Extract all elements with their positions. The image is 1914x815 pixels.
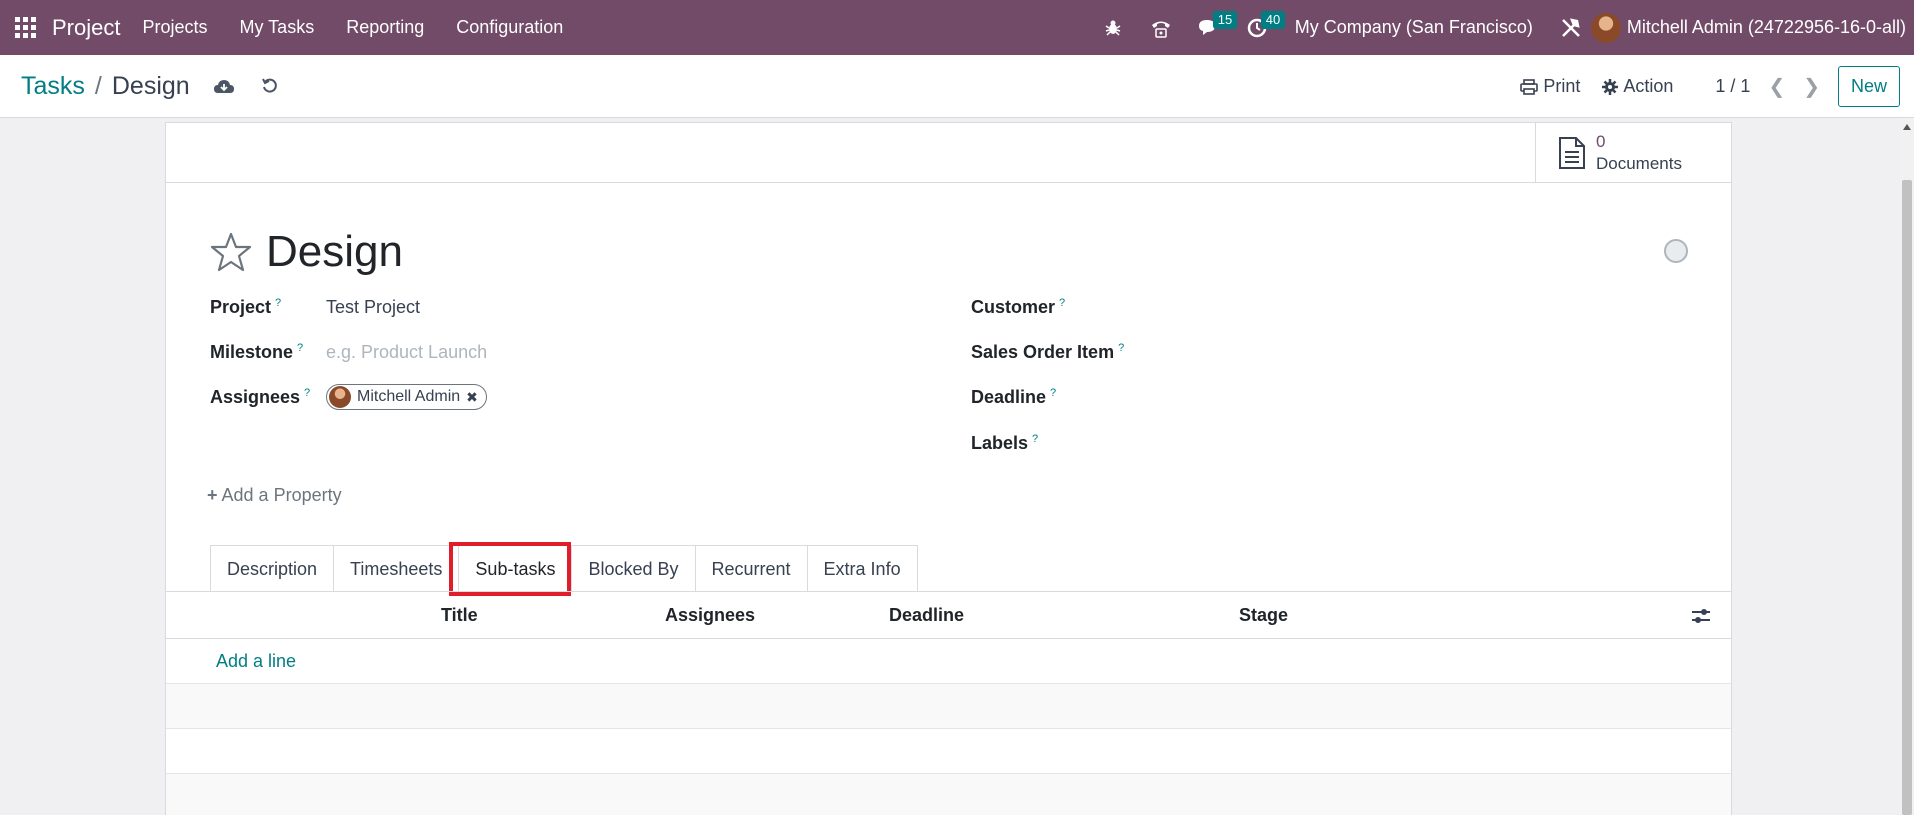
- labels-label: Labels: [971, 433, 1029, 453]
- action-button[interactable]: Action: [1602, 76, 1673, 97]
- tab-sub-tasks[interactable]: Sub-tasks: [458, 545, 573, 592]
- table-row: [166, 729, 1731, 774]
- help-icon[interactable]: ?: [1032, 433, 1038, 445]
- plus-icon: +: [207, 485, 218, 505]
- sale-line-label: Sales Order Item: [971, 342, 1115, 362]
- company-switcher[interactable]: My Company (San Francisco): [1295, 17, 1533, 38]
- deadline-label: Deadline: [971, 387, 1047, 407]
- apps-grid-icon[interactable]: [0, 0, 50, 55]
- tab-timesheets[interactable]: Timesheets: [333, 545, 460, 592]
- column-deadline[interactable]: Deadline: [889, 605, 964, 626]
- help-icon[interactable]: ?: [275, 297, 281, 309]
- save-cloud-icon[interactable]: [212, 74, 236, 98]
- task-title[interactable]: Design: [266, 227, 403, 277]
- table-row: [166, 684, 1731, 729]
- assignee-tag[interactable]: Mitchell Admin ✖: [326, 384, 487, 410]
- assignees-field: Assignees ? Mitchell Admin ✖: [210, 384, 487, 410]
- pager-value[interactable]: 1 / 1: [1715, 76, 1750, 97]
- avatar: [329, 386, 351, 408]
- breadcrumb: Tasks / Design: [21, 72, 190, 101]
- kanban-state-icon[interactable]: [1664, 239, 1688, 263]
- title-row: Design: [210, 227, 403, 277]
- milestone-field: Milestone ? e.g. Product Launch: [210, 342, 487, 363]
- document-icon: [1559, 137, 1585, 169]
- phone-icon[interactable]: [1137, 0, 1185, 55]
- app-brand[interactable]: Project: [52, 15, 120, 41]
- table-row: Add a line: [166, 639, 1731, 684]
- notebook-tabs: Description Timesheets Sub-tasks Blocked…: [210, 545, 918, 592]
- deadline-field[interactable]: Deadline ?: [971, 387, 1056, 408]
- documents-label: Documents: [1596, 154, 1682, 173]
- project-field: Project ? Test Project: [210, 297, 420, 318]
- breadcrumb-separator: /: [94, 71, 102, 100]
- user-menu[interactable]: Mitchell Admin (24722956-16-0-all): [1627, 17, 1906, 38]
- help-icon[interactable]: ?: [297, 342, 303, 354]
- menu-projects[interactable]: Projects: [142, 17, 207, 38]
- gear-icon: [1602, 78, 1619, 95]
- messages-icon[interactable]: 15: [1185, 0, 1238, 55]
- documents-smart-button[interactable]: 0 Documents: [1535, 123, 1731, 183]
- user-avatar[interactable]: [1590, 12, 1621, 43]
- add-property-label: Add a Property: [221, 485, 342, 505]
- milestone-label: Milestone: [210, 342, 294, 362]
- print-label: Print: [1543, 76, 1581, 96]
- control-panel: Tasks / Design Print Action 1 / 1 ❮ ❯ Ne…: [0, 55, 1914, 118]
- activities-badge: 40: [1260, 11, 1286, 29]
- tab-blocked-by[interactable]: Blocked By: [571, 545, 696, 592]
- debug-bug-icon[interactable]: [1089, 0, 1137, 55]
- column-title[interactable]: Title: [441, 605, 478, 626]
- menu-reporting[interactable]: Reporting: [346, 17, 424, 38]
- labels-field[interactable]: Labels ?: [971, 433, 1038, 454]
- print-icon: [1520, 78, 1539, 95]
- action-label: Action: [1623, 76, 1674, 96]
- help-icon[interactable]: ?: [304, 387, 310, 399]
- help-icon[interactable]: ?: [1059, 297, 1065, 309]
- breadcrumb-tasks[interactable]: Tasks: [21, 72, 85, 101]
- tab-recurrent[interactable]: Recurrent: [694, 545, 808, 592]
- customer-field[interactable]: Customer ?: [971, 297, 1065, 318]
- tab-extra-info[interactable]: Extra Info: [806, 545, 918, 592]
- activities-clock-icon[interactable]: 40: [1233, 0, 1286, 55]
- project-value[interactable]: Test Project: [326, 297, 420, 318]
- discard-undo-icon[interactable]: [258, 74, 282, 98]
- help-icon[interactable]: ?: [1050, 387, 1056, 399]
- menu-my-tasks[interactable]: My Tasks: [240, 17, 315, 38]
- priority-star-icon[interactable]: [210, 232, 252, 272]
- optional-columns-icon[interactable]: [1691, 607, 1711, 625]
- print-button[interactable]: Print: [1520, 76, 1580, 97]
- scrollbar-thumb[interactable]: [1902, 180, 1912, 815]
- column-assignees[interactable]: Assignees: [665, 605, 755, 626]
- tab-description[interactable]: Description: [210, 545, 335, 592]
- menu-configuration[interactable]: Configuration: [456, 17, 563, 38]
- list-header: Title Assignees Deadline Stage: [166, 592, 1731, 639]
- project-label: Project: [210, 297, 272, 317]
- button-box: 0 Documents: [166, 123, 1731, 183]
- assignee-tag-label: Mitchell Admin: [357, 388, 461, 405]
- breadcrumb-current: Design: [111, 71, 190, 100]
- top-navbar: Project Projects My Tasks Reporting Conf…: [0, 0, 1914, 55]
- pager-next-icon[interactable]: ❯: [1803, 74, 1820, 99]
- milestone-input[interactable]: e.g. Product Launch: [326, 342, 487, 363]
- new-button[interactable]: New: [1837, 66, 1900, 107]
- add-property-button[interactable]: + Add a Property: [207, 485, 342, 506]
- scroll-up-icon[interactable]: [1903, 124, 1911, 130]
- scrollbar[interactable]: [1900, 118, 1914, 815]
- form-sheet: 0 Documents Design Project ? Test Projec…: [165, 122, 1732, 815]
- column-stage[interactable]: Stage: [1239, 605, 1288, 626]
- tools-icon[interactable]: [1551, 0, 1591, 55]
- help-icon[interactable]: ?: [1118, 342, 1124, 354]
- assignees-label: Assignees: [210, 387, 301, 407]
- table-row: [166, 774, 1731, 815]
- documents-count: 0: [1596, 132, 1606, 151]
- pager-previous-icon[interactable]: ❮: [1768, 74, 1785, 99]
- customer-label: Customer: [971, 297, 1056, 317]
- sale-line-field[interactable]: Sales Order Item ?: [971, 342, 1124, 363]
- remove-tag-icon[interactable]: ✖: [466, 389, 478, 406]
- add-line-link[interactable]: Add a line: [216, 651, 296, 672]
